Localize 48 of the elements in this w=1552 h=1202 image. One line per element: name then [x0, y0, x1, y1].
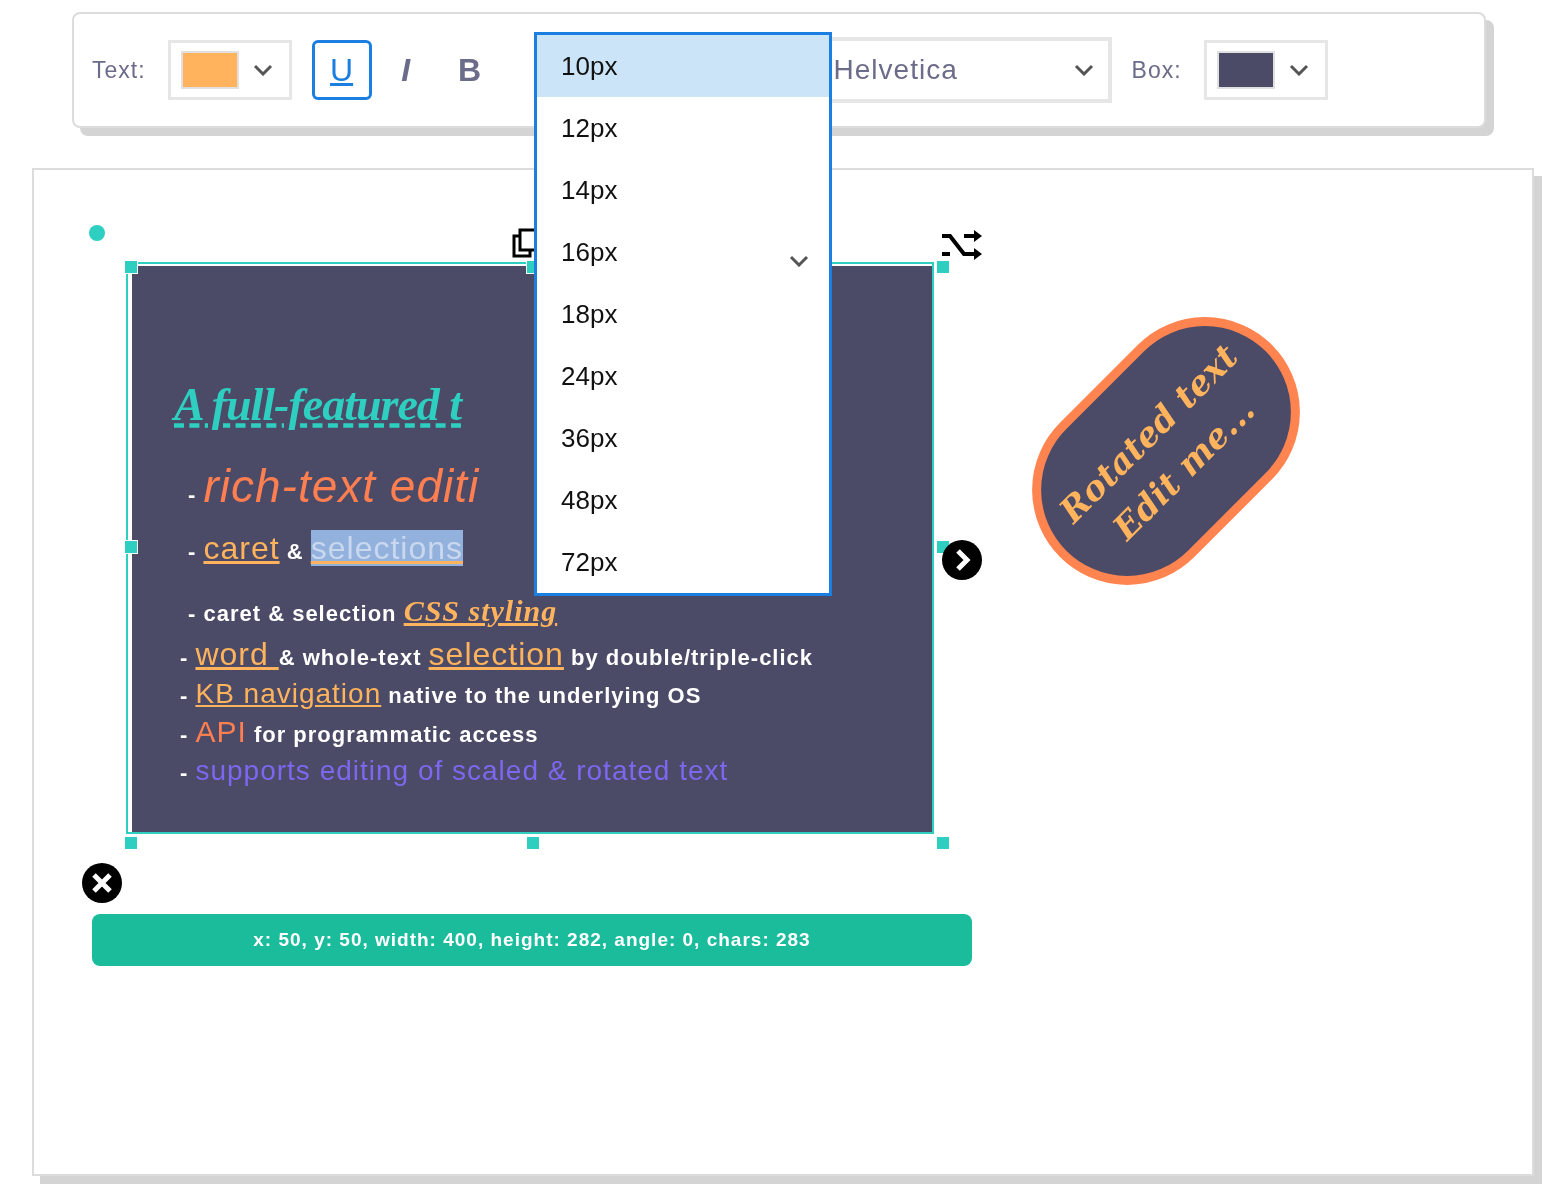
- shuffle-icon[interactable]: [940, 230, 984, 260]
- status-bar: x: 50, y: 50, width: 400, height: 282, angle: 0, chars: 283: [92, 914, 972, 966]
- chevron-icon: [252, 64, 273, 76]
- next-icon[interactable]: [942, 540, 982, 580]
- font-size-option[interactable]: 16px: [537, 221, 829, 283]
- chevron-icon: [1073, 64, 1094, 76]
- text-color-label: Text:: [92, 56, 146, 84]
- box-color-picker[interactable]: [1203, 40, 1328, 100]
- font-size-option[interactable]: 24px: [537, 345, 829, 407]
- text-run: &: [285, 539, 305, 564]
- resize-handle[interactable]: [526, 836, 540, 850]
- text-run: - caret & selection: [188, 601, 398, 626]
- text-color-picker[interactable]: [167, 40, 292, 100]
- styled-text: rich-text editi: [203, 460, 480, 512]
- font-size-option[interactable]: 10px: [537, 35, 829, 97]
- styled-text: selection: [428, 636, 564, 672]
- chevron-icon: [789, 255, 809, 267]
- text-run: for programmatic access: [252, 722, 539, 747]
- rotate-handle[interactable]: [89, 225, 105, 241]
- styled-text: KB navigation: [195, 678, 382, 709]
- font-size-option[interactable]: 14px: [537, 159, 829, 221]
- box-color-label: Box:: [1131, 56, 1182, 84]
- text-run: & whole-text: [278, 645, 423, 670]
- resize-handle[interactable]: [124, 540, 138, 554]
- styled-text: word: [195, 636, 270, 672]
- font-size-option[interactable]: 36px: [537, 407, 829, 469]
- text-run: by double/triple-click: [570, 645, 814, 670]
- styled-text: API: [195, 715, 247, 748]
- resize-handle[interactable]: [124, 260, 138, 274]
- text-run: -: [188, 539, 198, 564]
- format-button[interactable]: U: [311, 40, 372, 100]
- styled-text: supports editing of scaled & rotated text: [195, 755, 729, 786]
- styled-text: caret: [203, 530, 280, 566]
- chevron-icon: [1288, 64, 1309, 76]
- text-run: native to the underlying OS: [387, 683, 702, 708]
- resize-handle[interactable]: [936, 836, 950, 850]
- text-run: -: [180, 760, 190, 785]
- font-size-option[interactable]: 48px: [537, 469, 829, 531]
- resize-handle[interactable]: [124, 836, 138, 850]
- text-run: -: [180, 683, 190, 708]
- styled-text: CSS styling: [403, 594, 558, 627]
- text-run: -: [180, 645, 190, 670]
- font-size-option[interactable]: 72px: [537, 531, 829, 593]
- font-size-option[interactable]: 18px: [537, 283, 829, 345]
- close-icon[interactable]: [82, 863, 122, 903]
- text-run: -: [180, 722, 190, 747]
- text-run: -: [188, 482, 198, 507]
- resize-handle[interactable]: [936, 260, 950, 274]
